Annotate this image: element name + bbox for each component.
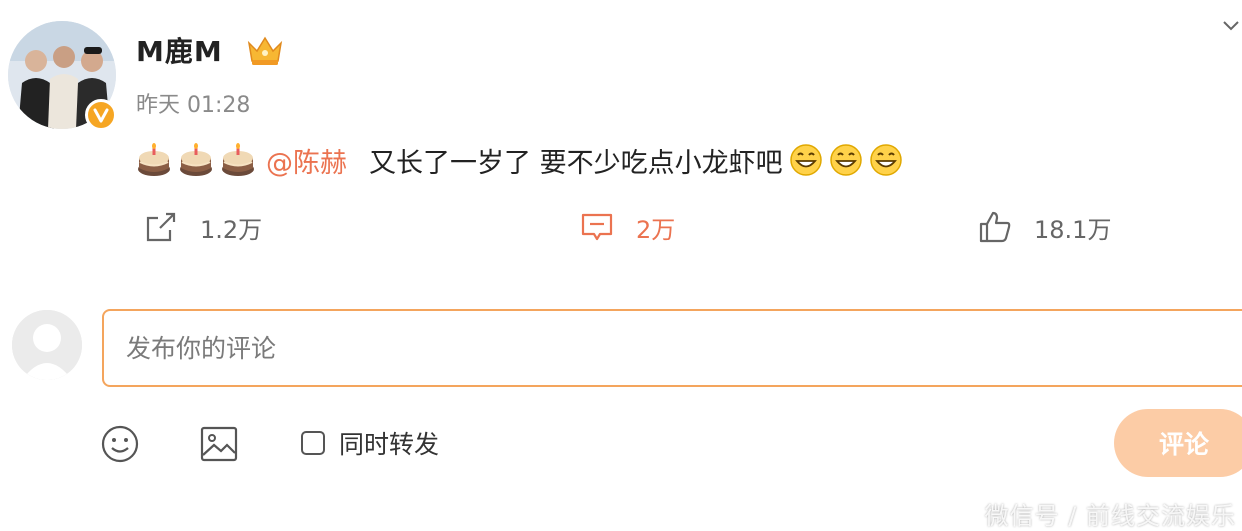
author-name[interactable]: M鹿M <box>136 30 223 70</box>
grin-icon <box>789 144 822 176</box>
submit-comment-button[interactable]: 评论 <box>1114 409 1242 477</box>
forward-count: 1.2万 <box>200 215 263 244</box>
emoji-button[interactable] <box>100 424 140 464</box>
image-icon <box>200 426 238 462</box>
forward-option-label: 同时转发 <box>339 430 440 459</box>
forward-icon <box>146 212 176 242</box>
cake-icon <box>180 143 212 176</box>
forward-checkbox-option[interactable]: 同时转发 <box>301 424 439 462</box>
comment-count: 2万 <box>636 215 676 244</box>
like-button[interactable]: 18.1万 <box>978 207 1111 247</box>
crown-icon <box>246 33 284 67</box>
post-text: 又长了一岁了 要不少吃点小龙虾吧 <box>369 147 783 179</box>
verified-badge-icon <box>85 99 117 131</box>
grin-icon <box>829 144 862 176</box>
forward-checkbox[interactable] <box>301 431 325 455</box>
post-timestamp: 昨天 01:28 <box>136 93 251 118</box>
chevron-down-icon[interactable] <box>1222 18 1240 34</box>
my-avatar <box>12 310 82 380</box>
grin-icon <box>869 144 902 176</box>
watermark: 微信号 / 前线交流娱乐 <box>984 502 1236 530</box>
cake-icon <box>138 143 170 176</box>
image-button[interactable] <box>199 424 239 464</box>
like-count: 18.1万 <box>1034 215 1112 244</box>
forward-button[interactable]: 1.2万 <box>144 207 262 247</box>
mention-link[interactable]: @陈赫 <box>266 141 347 180</box>
emoji-icon <box>101 425 139 463</box>
cake-icon <box>222 143 254 176</box>
like-icon <box>979 211 1011 243</box>
comment-icon <box>581 213 613 241</box>
comment-button[interactable]: 2万 <box>580 207 675 247</box>
post-content: @陈赫 又长了一岁了 要不少吃点小龙虾吧 <box>136 140 903 180</box>
comment-input[interactable] <box>102 309 1242 387</box>
